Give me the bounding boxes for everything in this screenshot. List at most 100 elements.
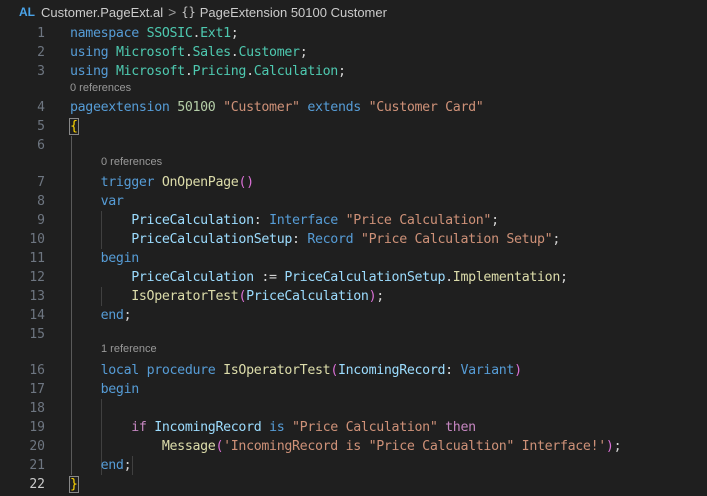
- code-line[interactable]: 15: [0, 325, 707, 344]
- code-line[interactable]: 21 end;: [0, 456, 707, 475]
- braces-icon: {}: [181, 5, 196, 19]
- line-number: 20: [29, 439, 45, 454]
- code-token: Implementation: [452, 270, 561, 285]
- line-number: 6: [37, 138, 45, 153]
- code-token: ;: [230, 26, 239, 41]
- code-token: Sales: [192, 45, 232, 60]
- code-token: end: [100, 308, 124, 323]
- code-line[interactable]: 22}: [0, 475, 707, 494]
- code-line[interactable]: 1 namespace SSOSIC.Ext1;: [0, 24, 707, 43]
- code-text: var: [70, 192, 124, 211]
- code-token: 50100: [177, 100, 216, 115]
- code-line[interactable]: 8 var: [0, 192, 707, 211]
- line-number: 14: [29, 308, 45, 323]
- code-line[interactable]: 2 using Microsoft.Sales.Customer;: [0, 43, 707, 62]
- code-token: :: [445, 363, 461, 378]
- code-token: Microsoft: [115, 64, 185, 79]
- code-token: .: [246, 64, 254, 79]
- code-token: begin: [100, 382, 140, 397]
- code-line[interactable]: 19 if IncomingRecord is "Price Calculati…: [0, 418, 707, 437]
- code-token: .: [184, 64, 193, 79]
- code-token: ;: [376, 289, 384, 304]
- line-number: 1: [37, 26, 45, 41]
- code-token: OnOpenPage: [161, 175, 239, 190]
- code-token: {: [69, 118, 79, 135]
- code-token: trigger: [100, 175, 155, 190]
- breadcrumb-file[interactable]: Customer.PageExt.al: [41, 5, 163, 20]
- code-line[interactable]: 3 using Microsoft.Pricing.Calculation;: [0, 62, 707, 81]
- code-token: ;: [337, 64, 346, 79]
- code-line[interactable]: 9 PriceCalculation: Interface "Price Cal…: [0, 211, 707, 230]
- code-lens-references[interactable]: 0 references: [101, 155, 162, 169]
- code-token: ): [605, 439, 614, 454]
- code-line[interactable]: 10 PriceCalculationSetup: Record "Price …: [0, 230, 707, 249]
- code-token: PriceCalculationSetup: [131, 232, 293, 247]
- line-number: 13: [29, 289, 45, 304]
- line-number: 4: [37, 100, 45, 115]
- code-token: Variant: [460, 363, 515, 378]
- al-file-icon: AL: [19, 5, 35, 19]
- code-text: PriceCalculation: Interface "Price Calcu…: [70, 211, 499, 230]
- code-editor[interactable]: 0 references 0 references 1 reference 1 nam…: [0, 24, 707, 496]
- code-token: Calculation: [253, 64, 339, 79]
- line-number: 5: [37, 119, 45, 134]
- code-line[interactable]: 12 PriceCalculation := PriceCalculationS…: [0, 268, 707, 287]
- code-line[interactable]: 20 Message('IncomingRecord is "Price Cal…: [0, 437, 707, 456]
- line-number: 17: [29, 382, 45, 397]
- code-token: PriceCalculation: [131, 213, 254, 228]
- line-number: 2: [37, 45, 45, 60]
- code-token: (: [330, 363, 338, 378]
- code-token: "Price Calculation Setup": [360, 232, 553, 247]
- code-lens-references[interactable]: 1 reference: [101, 342, 157, 356]
- code-text: begin: [70, 249, 140, 268]
- line-number: 10: [29, 232, 45, 247]
- code-token: ;: [299, 45, 308, 60]
- code-token: ;: [123, 458, 132, 473]
- code-lens-references[interactable]: 0 references: [70, 81, 131, 95]
- code-token: .: [192, 26, 201, 41]
- line-number: 11: [29, 251, 45, 266]
- line-number: 16: [29, 363, 45, 378]
- code-token: Pricing: [192, 64, 247, 79]
- code-token: IncomingRecord: [337, 363, 446, 378]
- code-line[interactable]: 18: [0, 399, 707, 418]
- code-line[interactable]: 13 IsOperatorTest(PriceCalculation);: [0, 287, 707, 306]
- code-line[interactable]: 6: [0, 136, 707, 155]
- code-text: pageextension 50100 "Customer" extends "…: [70, 98, 484, 117]
- code-text: end;: [70, 306, 132, 325]
- code-token: extends: [307, 100, 361, 115]
- code-token: ;: [123, 308, 132, 323]
- code-token: using: [70, 64, 109, 79]
- code-line[interactable]: 14 end;: [0, 306, 707, 325]
- code-token: Customer: [238, 45, 300, 60]
- code-line[interactable]: 16 local procedure IsOperatorTest(Incomi…: [0, 361, 707, 380]
- code-token: IsOperatorTest: [223, 363, 331, 378]
- code-token: (): [238, 175, 254, 190]
- code-line[interactable]: 5{: [0, 117, 707, 136]
- code-token: }: [69, 476, 79, 493]
- code-token: 'IncomingRecord is "Price Calcualtion" I…: [223, 439, 606, 454]
- code-line[interactable]: 7 trigger OnOpenPage(): [0, 173, 707, 192]
- code-token: "Price Calculation": [345, 213, 492, 228]
- code-text: if IncomingRecord is "Price Calculation"…: [70, 418, 476, 437]
- code-line[interactable]: 11 begin: [0, 249, 707, 268]
- code-token: PriceCalculation: [246, 289, 369, 304]
- code-token: pageextension: [70, 100, 170, 115]
- code-line[interactable]: 17 begin: [0, 380, 707, 399]
- code-line[interactable]: 4 pageextension 50100 "Customer" extends …: [0, 98, 707, 117]
- code-token: local: [100, 363, 140, 378]
- breadcrumb-symbol[interactable]: PageExtension 50100 Customer: [200, 5, 387, 20]
